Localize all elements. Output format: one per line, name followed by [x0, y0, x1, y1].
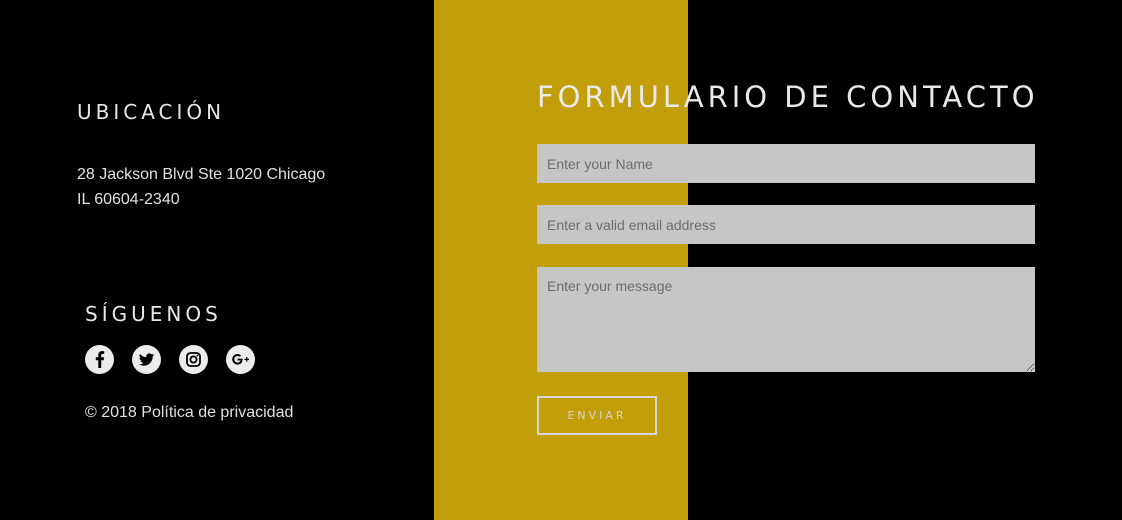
email-input[interactable] [537, 205, 1035, 244]
instagram-icon[interactable] [179, 345, 208, 374]
address-line-1: 28 Jackson Blvd Ste 1020 Chicago [77, 166, 326, 183]
submit-button[interactable]: ENVIAR [537, 396, 657, 435]
google-plus-icon[interactable] [226, 345, 255, 374]
facebook-icon[interactable] [85, 345, 114, 374]
accent-band [434, 0, 688, 520]
twitter-icon[interactable] [132, 345, 161, 374]
location-title: UBICACIÓN [77, 100, 226, 124]
name-input[interactable] [537, 144, 1035, 183]
address-line-2: IL 60604-2340 [77, 191, 180, 208]
follow-title: SÍGUENOS [85, 302, 222, 326]
social-links [85, 345, 255, 374]
message-textarea[interactable] [537, 267, 1035, 372]
contact-form-title: FORMULARIO DE CONTACTO [537, 80, 1039, 114]
copyright-text: © 2018 Política de privacidad [85, 404, 294, 421]
address: 28 Jackson Blvd Ste 1020 Chicago IL 6060… [77, 162, 407, 212]
